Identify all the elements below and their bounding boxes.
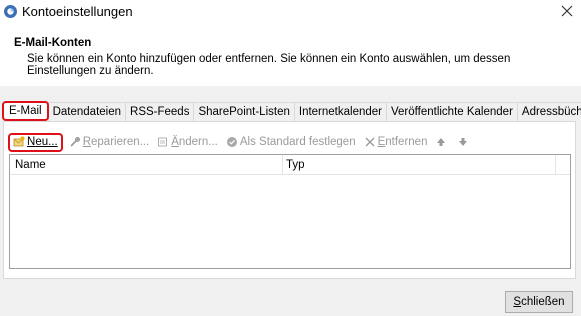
tab-internet-calendars[interactable]: Internetkalender xyxy=(293,102,387,121)
close-label-mnemonic: S xyxy=(513,296,522,308)
outlook-icon xyxy=(4,5,17,18)
close-button[interactable]: Schließen xyxy=(505,291,573,313)
close-label: chließen xyxy=(521,296,565,308)
tab-strip: E-Mail Datendateien RSS-Feeds SharePoint… xyxy=(2,101,581,121)
checkmark-circle-icon xyxy=(226,137,237,147)
tab-email[interactable]: E-Mail xyxy=(2,101,49,121)
column-divider[interactable] xyxy=(282,155,283,175)
list-header: Name Typ xyxy=(10,155,570,175)
close-icon[interactable] xyxy=(558,2,576,20)
column-divider[interactable] xyxy=(555,155,556,175)
tab-rss-feeds[interactable]: RSS-Feeds xyxy=(125,102,195,121)
change-label-mnemonic: Ä xyxy=(171,136,179,148)
account-list[interactable]: Name Typ xyxy=(9,154,571,269)
account-toolbar: Neu... Reparieren... Ändern... Als Stand… xyxy=(8,132,479,152)
title-bar: Kontoeinstellungen xyxy=(0,0,581,26)
move-up-button[interactable] xyxy=(435,133,449,151)
change-label: ndern... xyxy=(178,136,218,148)
set-default-label: Als Standard festlegen xyxy=(239,136,356,148)
tab-address-books[interactable]: Adressbücher xyxy=(516,102,581,121)
window-title: Kontoeinstellungen xyxy=(22,4,133,19)
new-label: eu... xyxy=(35,136,58,148)
tab-sharepoint-lists[interactable]: SharePoint-Listen xyxy=(193,102,295,121)
section-description: Sie können ein Konto hinzufügen oder ent… xyxy=(27,53,511,77)
arrow-down-icon xyxy=(459,138,468,146)
change-icon xyxy=(158,137,168,147)
remove-label: ntfernen xyxy=(385,136,428,148)
remove-button[interactable]: Entfernen xyxy=(364,133,428,151)
change-button[interactable]: Ändern... xyxy=(157,133,218,151)
wrench-icon xyxy=(70,137,80,147)
repair-button[interactable]: Reparieren... xyxy=(69,133,150,151)
repair-label: eparieren... xyxy=(91,136,150,148)
new-account-button[interactable]: Neu... xyxy=(8,132,63,152)
set-default-button[interactable]: Als Standard festlegen xyxy=(226,133,356,151)
new-label-mnemonic: N xyxy=(27,136,36,148)
new-account-icon xyxy=(13,136,25,147)
delete-x-icon xyxy=(365,137,375,147)
remove-label-mnemonic: E xyxy=(377,136,386,148)
repair-label-mnemonic: R xyxy=(82,136,92,148)
arrow-up-icon xyxy=(437,138,446,146)
column-header-name[interactable]: Name xyxy=(15,159,46,171)
section-title: E-Mail-Konten xyxy=(14,37,92,49)
move-down-button[interactable] xyxy=(457,133,471,151)
tab-data-files[interactable]: Datendateien xyxy=(47,102,127,121)
tab-published-calendars[interactable]: Veröffentlichte Kalender xyxy=(386,102,518,121)
column-header-type[interactable]: Typ xyxy=(286,159,305,171)
